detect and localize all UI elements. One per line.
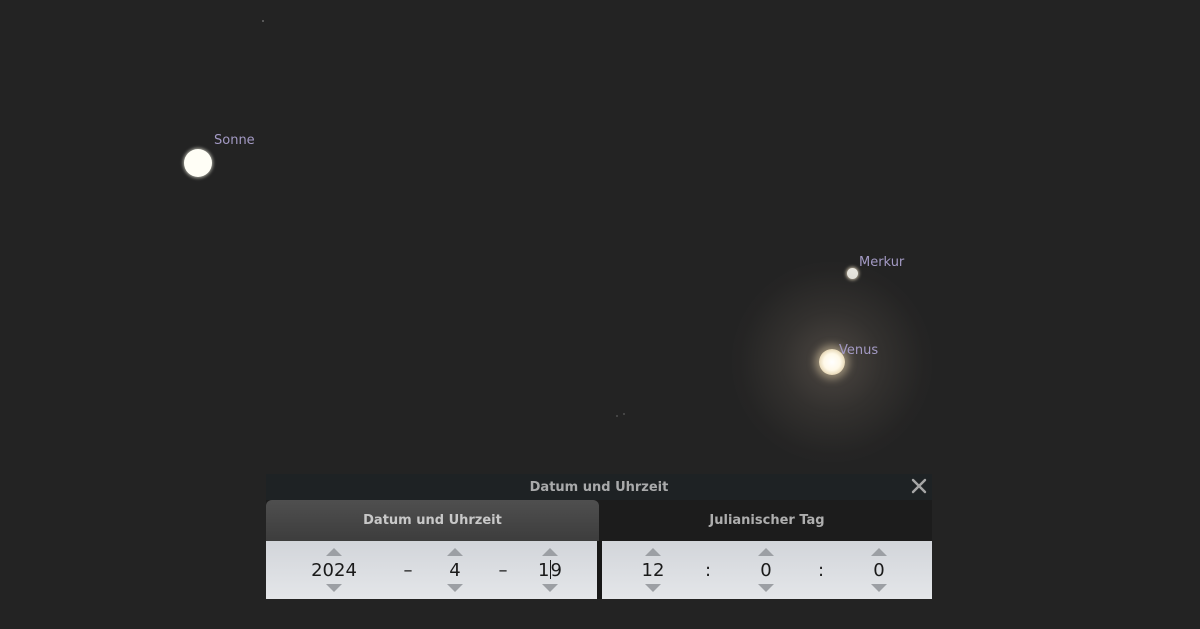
time-panel: 12 : 0 : 0 — [602, 541, 932, 599]
sun-object[interactable] — [184, 149, 212, 177]
sun-label: Sonne — [214, 133, 255, 148]
fields-area: 2024 – 4 – 19 12 : 0: 0 — [266, 541, 932, 599]
hour-spinbox[interactable]: 12 — [629, 541, 677, 599]
dialog-titlebar[interactable]: Datum und Uhrzeit — [266, 474, 932, 500]
second-up-arrow-icon[interactable] — [871, 548, 887, 556]
minute-down-arrow-icon[interactable] — [758, 584, 774, 592]
second-value[interactable]: 0 — [855, 560, 903, 582]
month-value[interactable]: 4 — [430, 560, 480, 582]
star — [262, 20, 264, 22]
date-panel: 2024 – 4 – 19 — [266, 541, 597, 599]
date-time-dialog: Datum und Uhrzeit Datum und Uhrzeit Juli… — [266, 474, 932, 599]
minute-value[interactable]: 0 — [742, 560, 790, 582]
close-icon — [911, 478, 927, 494]
time-separator: : — [704, 560, 712, 581]
year-value[interactable]: 2024 — [304, 560, 364, 582]
hour-value[interactable]: 12 — [629, 560, 677, 582]
close-button[interactable] — [910, 477, 928, 495]
date-separator: – — [403, 560, 413, 581]
hour-up-arrow-icon[interactable] — [645, 548, 661, 556]
star — [616, 415, 618, 417]
month-up-arrow-icon[interactable] — [447, 548, 463, 556]
dialog-title: Datum und Uhrzeit — [529, 480, 669, 495]
day-digit-2: 9 — [550, 560, 562, 581]
month-down-arrow-icon[interactable] — [447, 584, 463, 592]
day-up-arrow-icon[interactable] — [542, 548, 558, 556]
second-spinbox[interactable]: 0 — [855, 541, 903, 599]
minute-spinbox[interactable]: 0 — [742, 541, 790, 599]
day-spinbox[interactable]: 19 — [525, 541, 575, 599]
minute-up-arrow-icon[interactable] — [758, 548, 774, 556]
tab-bar: Datum und Uhrzeit Julianischer Tag — [266, 500, 932, 541]
day-down-arrow-icon[interactable] — [542, 584, 558, 592]
day-value[interactable]: 19 — [525, 560, 575, 582]
star — [623, 413, 625, 415]
year-down-arrow-icon[interactable] — [326, 584, 342, 592]
day-digit-1: 1 — [538, 560, 550, 581]
year-up-arrow-icon[interactable] — [326, 548, 342, 556]
hour-down-arrow-icon[interactable] — [645, 584, 661, 592]
year-spinbox[interactable]: 2024 — [304, 541, 364, 599]
time-separator: : — [817, 560, 825, 581]
second-down-arrow-icon[interactable] — [871, 584, 887, 592]
venus-label: Venus — [839, 343, 879, 358]
tab-julian-day[interactable]: Julianischer Tag — [602, 500, 932, 541]
month-spinbox[interactable]: 4 — [430, 541, 480, 599]
tab-date-time[interactable]: Datum und Uhrzeit — [266, 500, 599, 541]
date-separator: – — [498, 560, 508, 581]
